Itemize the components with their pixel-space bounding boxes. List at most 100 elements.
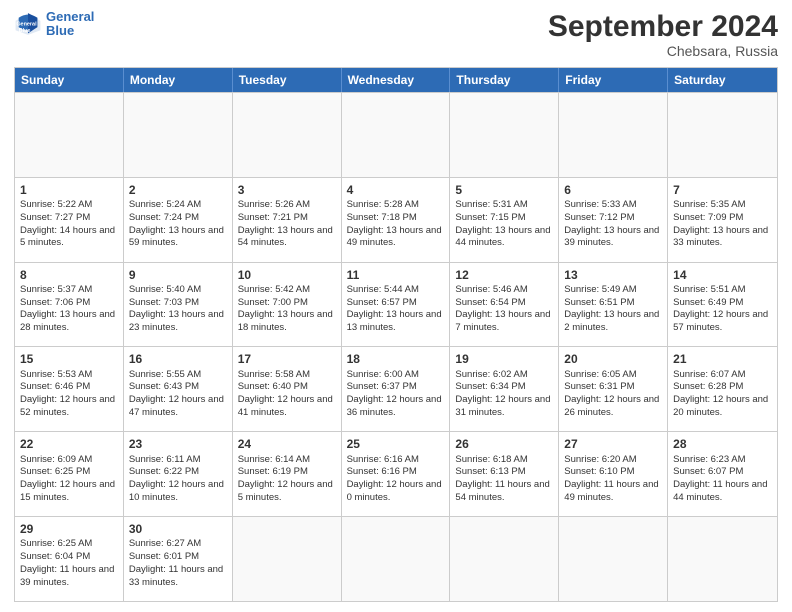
day-number: 24 [238,436,336,452]
day-number: 7 [673,182,772,198]
header: General Blue General Blue September 2024… [14,10,778,59]
day-number: 3 [238,182,336,198]
calendar-cell: 12Sunrise: 5:46 AMSunset: 6:54 PMDayligh… [450,263,559,347]
day-number: 12 [455,267,553,283]
calendar-cell [233,93,342,177]
day-number: 14 [673,267,772,283]
calendar-cell: 16 Sunrise: 5:55 AMSunset: 6:43 PMDayligh… [124,347,233,431]
calendar-cell [124,93,233,177]
sun-info: Sunrise: 5:33 AMSunset: 7:12 PMDaylight:… [564,199,662,250]
calendar-cell: 1Sunrise: 5:22 AMSunset: 7:27 PMDaylight… [15,178,124,262]
calendar-cell: 13Sunrise: 5:49 AMSunset: 6:51 PMDayligh… [559,263,668,347]
month-title: September 2024 [548,10,778,43]
calendar-header: SundayMondayTuesdayWednesdayThursdayFrid… [15,68,777,92]
sun-info: Sunrise: 5:24 AMSunset: 7:24 PMDaylight:… [129,199,227,250]
calendar-cell [342,93,451,177]
svg-text:Blue: Blue [19,28,31,34]
calendar-cell: 21 Sunrise: 6:07 AMSunset: 6:28 PMDayligh… [668,347,777,431]
calendar-row-4: 22Sunrise: 6:09 AMSunset: 6:25 PMDayligh… [15,431,777,516]
calendar-cell: 27 Sunrise: 6:20 AMSunset: 6:10 PMDayligh… [559,432,668,516]
sun-info: Sunrise: 6:14 AMSunset: 6:19 PMDaylight:… [238,454,336,505]
day-number: 28 [673,436,772,452]
calendar-row-3: 15 Sunrise: 5:53 AMSunset: 6:46 PMDayligh… [15,346,777,431]
calendar-cell: 4Sunrise: 5:28 AMSunset: 7:18 PMDaylight… [342,178,451,262]
calendar-cell: 22Sunrise: 6:09 AMSunset: 6:25 PMDayligh… [15,432,124,516]
calendar-row-2: 8Sunrise: 5:37 AMSunset: 7:06 PMDaylight… [15,262,777,347]
day-number: 27 [564,436,662,452]
sun-info: Sunrise: 5:51 AMSunset: 6:49 PMDaylight:… [673,284,772,335]
calendar: SundayMondayTuesdayWednesdayThursdayFrid… [14,67,778,602]
day-number: 16 [129,351,227,367]
sun-info: Sunrise: 5:55 AMSunset: 6:43 PMDaylight:… [129,369,227,420]
day-number: 2 [129,182,227,198]
day-number: 23 [129,436,227,452]
calendar-cell: 29Sunrise: 6:25 AMSunset: 6:04 PMDayligh… [15,517,124,601]
svg-text:General: General [16,22,37,28]
calendar-cell [668,517,777,601]
calendar-cell: 10Sunrise: 5:42 AMSunset: 7:00 PMDayligh… [233,263,342,347]
sun-info: Sunrise: 5:53 AMSunset: 6:46 PMDaylight:… [20,369,118,420]
title-block: September 2024 Chebsara, Russia [548,10,778,59]
calendar-cell [233,517,342,601]
day-number: 15 [20,351,118,367]
day-number: 10 [238,267,336,283]
calendar-row-5: 29Sunrise: 6:25 AMSunset: 6:04 PMDayligh… [15,516,777,601]
calendar-cell: 26 Sunrise: 6:18 AMSunset: 6:13 PMDayligh… [450,432,559,516]
sun-info: Sunrise: 5:49 AMSunset: 6:51 PMDaylight:… [564,284,662,335]
calendar-cell [559,517,668,601]
calendar-cell: 7Sunrise: 5:35 AMSunset: 7:09 PMDaylight… [668,178,777,262]
calendar-cell: 15 Sunrise: 5:53 AMSunset: 6:46 PMDayligh… [15,347,124,431]
header-cell-sunday: Sunday [15,68,124,92]
calendar-cell: 17Sunrise: 5:58 AMSunset: 6:40 PMDayligh… [233,347,342,431]
calendar-cell: 19Sunrise: 6:02 AMSunset: 6:34 PMDayligh… [450,347,559,431]
day-number: 5 [455,182,553,198]
location: Chebsara, Russia [548,43,778,59]
calendar-cell [342,517,451,601]
sun-info: Sunrise: 5:46 AMSunset: 6:54 PMDaylight:… [455,284,553,335]
sun-info: Sunrise: 6:23 AMSunset: 6:07 PMDaylight:… [673,454,772,505]
calendar-cell: 8Sunrise: 5:37 AMSunset: 7:06 PMDaylight… [15,263,124,347]
calendar-cell [450,517,559,601]
calendar-cell: 6Sunrise: 5:33 AMSunset: 7:12 PMDaylight… [559,178,668,262]
sun-info: Sunrise: 6:09 AMSunset: 6:25 PMDaylight:… [20,454,118,505]
day-number: 11 [347,267,445,283]
calendar-cell: 3Sunrise: 5:26 AMSunset: 7:21 PMDaylight… [233,178,342,262]
header-cell-saturday: Saturday [668,68,777,92]
header-cell-wednesday: Wednesday [342,68,451,92]
day-number: 29 [20,521,118,537]
sun-info: Sunrise: 6:02 AMSunset: 6:34 PMDaylight:… [455,369,553,420]
sun-info: Sunrise: 6:27 AMSunset: 6:01 PMDaylight:… [129,538,227,589]
sun-info: Sunrise: 6:20 AMSunset: 6:10 PMDaylight:… [564,454,662,505]
day-number: 6 [564,182,662,198]
calendar-cell: 23Sunrise: 6:11 AMSunset: 6:22 PMDayligh… [124,432,233,516]
header-cell-thursday: Thursday [450,68,559,92]
sun-info: Sunrise: 5:26 AMSunset: 7:21 PMDaylight:… [238,199,336,250]
sun-info: Sunrise: 5:42 AMSunset: 7:00 PMDaylight:… [238,284,336,335]
day-number: 26 [455,436,553,452]
sun-info: Sunrise: 6:16 AMSunset: 6:16 PMDaylight:… [347,454,445,505]
day-number: 21 [673,351,772,367]
sun-info: Sunrise: 5:31 AMSunset: 7:15 PMDaylight:… [455,199,553,250]
calendar-cell: 25 Sunrise: 6:16 AMSunset: 6:16 PMDayligh… [342,432,451,516]
day-number: 17 [238,351,336,367]
sun-info: Sunrise: 5:44 AMSunset: 6:57 PMDaylight:… [347,284,445,335]
logo: General Blue General Blue [14,10,94,39]
sun-info: Sunrise: 6:18 AMSunset: 6:13 PMDaylight:… [455,454,553,505]
day-number: 13 [564,267,662,283]
sun-info: Sunrise: 6:07 AMSunset: 6:28 PMDaylight:… [673,369,772,420]
calendar-cell: 2Sunrise: 5:24 AMSunset: 7:24 PMDaylight… [124,178,233,262]
sun-info: Sunrise: 5:35 AMSunset: 7:09 PMDaylight:… [673,199,772,250]
calendar-cell: 24 Sunrise: 6:14 AMSunset: 6:19 PMDayligh… [233,432,342,516]
sun-info: Sunrise: 5:22 AMSunset: 7:27 PMDaylight:… [20,199,118,250]
calendar-cell: 30Sunrise: 6:27 AMSunset: 6:01 PMDayligh… [124,517,233,601]
day-number: 1 [20,182,118,198]
calendar-row-0 [15,92,777,177]
logo-icon: General Blue [14,10,42,38]
calendar-cell [450,93,559,177]
day-number: 25 [347,436,445,452]
day-number: 8 [20,267,118,283]
day-number: 9 [129,267,227,283]
calendar-cell [668,93,777,177]
calendar-cell: 9Sunrise: 5:40 AMSunset: 7:03 PMDaylight… [124,263,233,347]
header-cell-friday: Friday [559,68,668,92]
